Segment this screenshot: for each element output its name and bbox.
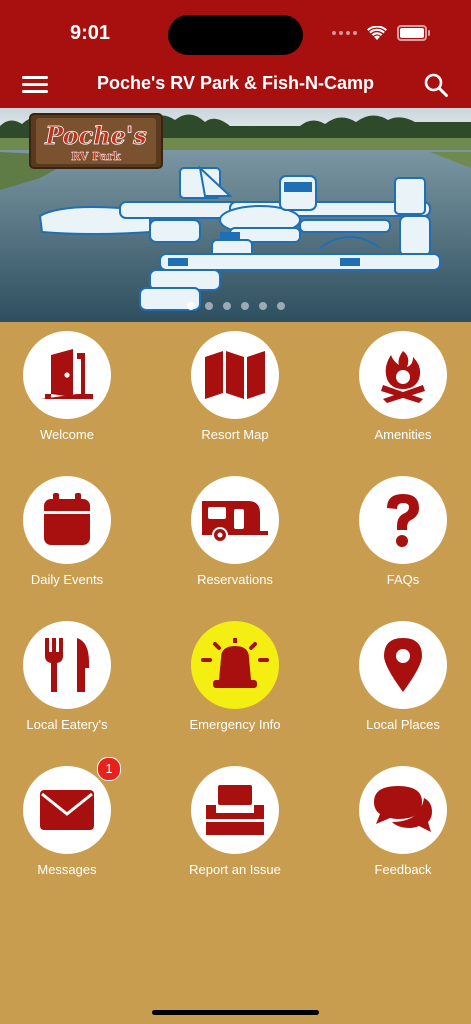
sign-title: Poche's	[44, 121, 147, 150]
hero-image: Poche's RV Park	[0, 108, 471, 322]
status-time: 9:01	[70, 22, 111, 44]
dynamic-island	[168, 15, 303, 55]
search-icon[interactable]	[423, 72, 449, 98]
carousel-page-dots[interactable]	[0, 302, 471, 310]
faqs-circle	[359, 476, 447, 564]
wifi-icon	[367, 25, 387, 40]
tile-messages[interactable]: 1 Messages	[0, 757, 137, 877]
tile-emergency-info[interactable]: Emergency Info	[165, 612, 305, 732]
reservations-circle	[191, 476, 279, 564]
carousel-dot[interactable]	[276, 302, 285, 310]
tile-label: Local Places	[366, 717, 440, 732]
tile-label: Feedback	[374, 862, 432, 877]
tile-resort-map[interactable]: Resort Map	[165, 322, 305, 442]
report-issue-circle	[191, 766, 279, 854]
carousel-dot[interactable]	[240, 302, 249, 310]
emergency-info-circle	[191, 621, 279, 709]
tile-label: Report an Issue	[189, 862, 281, 877]
resort-map-circle	[191, 331, 279, 419]
tile-label: Amenities	[374, 427, 432, 442]
tile-faqs[interactable]: FAQs	[333, 467, 471, 587]
tile-label: Daily Events	[30, 572, 104, 587]
messages-circle: 1	[23, 757, 121, 854]
sign-subtitle: RV Park	[71, 150, 121, 163]
map-pin-icon	[384, 638, 422, 692]
amenities-circle	[359, 331, 447, 419]
hamburger-menu-icon[interactable]	[22, 73, 48, 97]
tile-local-eaterys[interactable]: Local Eatery's	[0, 612, 137, 732]
home-indicator[interactable]	[152, 1010, 319, 1015]
tile-daily-events[interactable]: Daily Events	[0, 467, 137, 587]
tile-label: FAQs	[386, 572, 420, 587]
welcome-circle	[23, 331, 111, 419]
tile-local-places[interactable]: Local Places	[333, 612, 471, 732]
carousel-dot[interactable]	[204, 302, 213, 310]
feedback-circle	[359, 766, 447, 854]
tile-feedback[interactable]: Feedback	[333, 757, 471, 877]
door-icon	[41, 349, 93, 399]
chat-bubbles-icon	[374, 786, 432, 832]
tile-label: Messages	[37, 862, 97, 877]
tile-label: Emergency Info	[189, 717, 281, 732]
tile-amenities[interactable]: Amenities	[333, 322, 471, 442]
tile-label: Welcome	[40, 427, 94, 442]
siren-icon	[201, 638, 269, 688]
utensils-icon	[45, 638, 89, 692]
local-eaterys-circle	[23, 621, 111, 709]
inbox-tray-icon	[206, 785, 264, 835]
carousel-dot[interactable]	[222, 302, 231, 310]
nav-bar: Poche's RV Park & Fish-N-Camp	[0, 62, 471, 108]
campfire-icon	[381, 351, 425, 403]
carousel-dot[interactable]	[258, 302, 267, 310]
map-icon	[205, 351, 265, 399]
daily-events-circle	[23, 476, 111, 564]
calendar-icon	[44, 493, 90, 545]
question-icon	[387, 494, 419, 547]
battery-icon	[397, 25, 430, 41]
tile-label: Reservations	[197, 572, 273, 587]
cellular-signal-icon	[332, 31, 357, 35]
carousel-dot[interactable]	[186, 302, 195, 310]
status-icons	[332, 25, 430, 41]
page-title: Poche's RV Park & Fish-N-Camp	[96, 73, 375, 93]
tile-label: Resort Map	[201, 427, 269, 442]
local-places-circle	[359, 621, 447, 709]
envelope-icon	[40, 790, 94, 830]
camper-trailer-icon	[202, 501, 268, 543]
hero-carousel[interactable]: Poche's RV Park	[0, 108, 471, 322]
status-bar: 9:01	[0, 0, 471, 62]
tile-welcome[interactable]: Welcome	[0, 322, 137, 442]
tile-reservations[interactable]: Reservations	[165, 467, 305, 587]
unread-badge: 1	[97, 757, 121, 781]
tile-label: Local Eatery's	[26, 717, 108, 732]
tile-report-an-issue[interactable]: Report an Issue	[165, 757, 305, 877]
